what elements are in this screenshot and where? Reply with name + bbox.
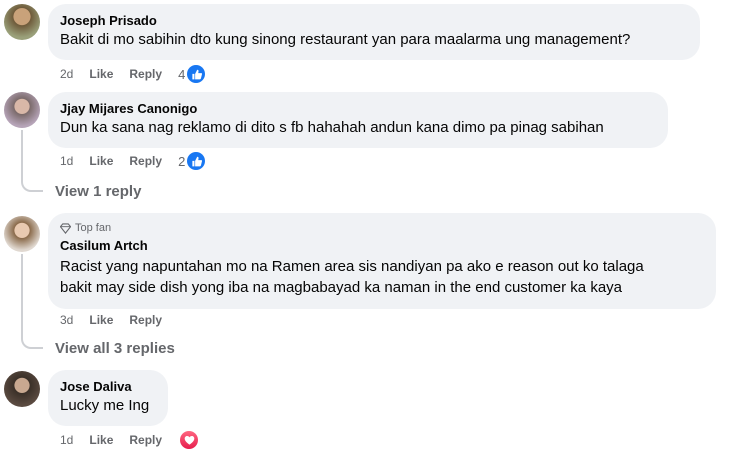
view-replies-button[interactable]: View all 3 replies <box>55 340 175 357</box>
comment-time[interactable]: 1d <box>60 154 73 168</box>
comment-actions: 3d Like Reply <box>60 310 178 330</box>
like-button[interactable]: Like <box>89 433 113 447</box>
comment-time[interactable]: 3d <box>60 313 73 327</box>
comment-author[interactable]: Casilum Artch <box>60 237 704 254</box>
comment-text: Bakit di mo sabihin dto kung sinong rest… <box>60 31 631 48</box>
reaction-count[interactable]: 2 <box>178 152 221 170</box>
like-button[interactable]: Like <box>89 313 113 327</box>
comment-bubble: Top fan Casilum Artch Racist yang napunt… <box>48 213 716 309</box>
avatar[interactable] <box>4 4 40 40</box>
comment-actions: 1d Like Reply <box>60 430 199 450</box>
like-button[interactable]: Like <box>89 67 113 81</box>
comment-actions: 2d Like Reply 4 <box>60 64 221 84</box>
reply-button[interactable]: Reply <box>129 313 162 327</box>
avatar[interactable] <box>4 92 40 128</box>
comment-text-line: bakit may side dish yong iba na magbabay… <box>60 279 623 296</box>
like-icon <box>187 65 206 83</box>
comment-time[interactable]: 1d <box>60 433 73 447</box>
like-icon <box>187 152 206 170</box>
reply-button[interactable]: Reply <box>129 67 162 81</box>
love-icon[interactable] <box>180 431 199 449</box>
comment-text-line: Racist yang napuntahan mo na Ramen area … <box>60 258 644 275</box>
comment-bubble: Jjay Mijares Canonigo Dun ka sana nag re… <box>48 92 668 148</box>
reply-button[interactable]: Reply <box>129 433 162 447</box>
avatar[interactable] <box>4 216 40 252</box>
thread-curve <box>21 337 43 349</box>
reaction-count-number: 2 <box>178 153 186 169</box>
comment-text: Lucky me Ing <box>60 397 150 414</box>
reaction-count-number: 4 <box>178 66 186 82</box>
thread-curve <box>21 180 43 192</box>
top-fan-badge: Top fan <box>60 221 704 235</box>
thread-line <box>21 254 23 338</box>
comment-author[interactable]: Joseph Prisado <box>60 12 688 29</box>
comment-text: Dun ka sana nag reklamo di dito s fb hah… <box>60 119 604 136</box>
reply-button[interactable]: Reply <box>129 154 162 168</box>
reaction-count[interactable]: 4 <box>178 65 221 83</box>
view-replies-button[interactable]: View 1 reply <box>55 183 141 200</box>
like-button[interactable]: Like <box>89 154 113 168</box>
diamond-icon <box>60 222 71 234</box>
comment-bubble: Jose Daliva Lucky me Ing <box>48 370 168 426</box>
avatar[interactable] <box>4 371 40 407</box>
comment-actions: 1d Like Reply 2 <box>60 151 221 171</box>
thread-line <box>21 130 23 182</box>
top-fan-label: Top fan <box>75 222 112 234</box>
comment-time[interactable]: 2d <box>60 67 73 81</box>
comment-author[interactable]: Jjay Mijares Canonigo <box>60 100 656 117</box>
comment-bubble: Joseph Prisado Bakit di mo sabihin dto k… <box>48 4 700 60</box>
comment-author[interactable]: Jose Daliva <box>60 378 156 395</box>
